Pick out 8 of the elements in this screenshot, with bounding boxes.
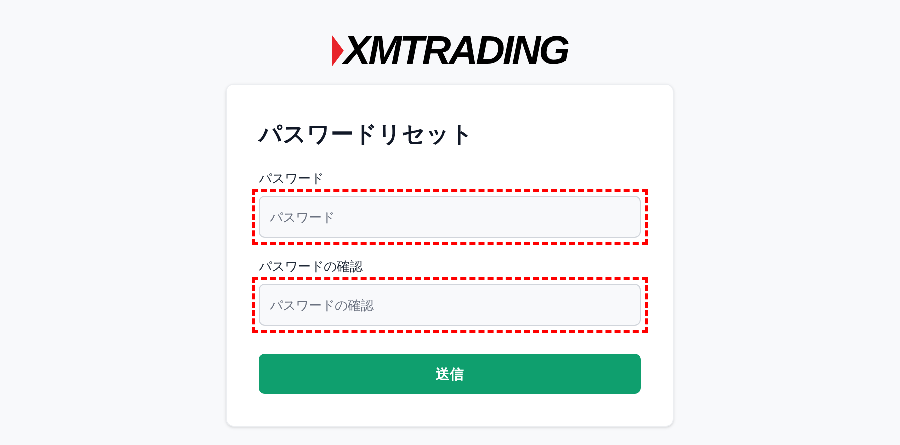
password-field[interactable]: パスワードの確認 — [259, 284, 641, 326]
triangle-icon — [332, 35, 344, 67]
field-label: パスワードの確認 — [259, 258, 363, 276]
field-label: パスワード — [259, 170, 324, 188]
logo-text: XMTRADING — [344, 31, 568, 71]
page-title: パスワードリセット — [259, 120, 474, 149]
password-field[interactable]: パスワード — [259, 196, 641, 238]
submit-button[interactable]: 送信 — [259, 354, 641, 394]
